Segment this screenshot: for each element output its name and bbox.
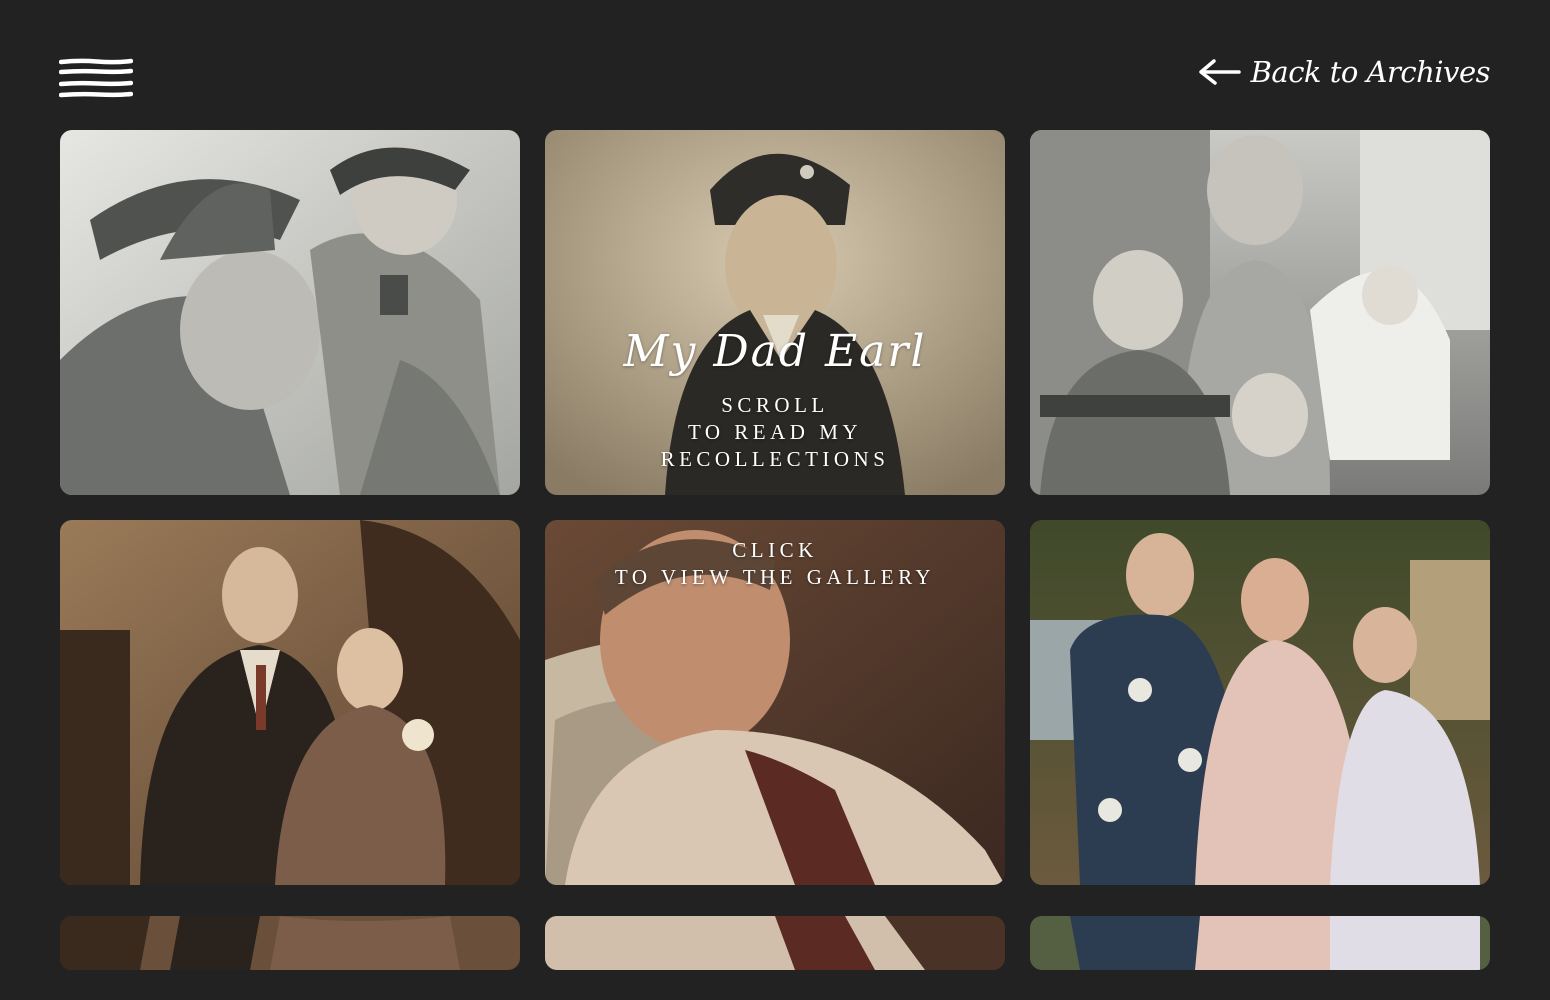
back-link-label: Back to Archives xyxy=(1250,55,1491,89)
photo-tile-partial[interactable] xyxy=(545,916,1005,970)
photo-partial-left xyxy=(60,916,520,970)
scroll-hint-line: TO READ MY xyxy=(687,420,863,444)
gallery-hint-line: CLICK xyxy=(732,538,818,562)
back-to-archives-link[interactable]: Back to Archives xyxy=(1197,52,1491,92)
arrow-left-icon xyxy=(1197,57,1241,87)
photo-partial-middle xyxy=(545,916,1005,970)
scroll-hint: SCROLL TO READ MY RECOLLECTIONS xyxy=(545,392,1005,473)
gallery-hint: CLICK TO VIEW THE GALLERY xyxy=(545,537,1005,591)
photo-tile-hero[interactable]: My Dad Earl SCROLL TO READ MY RECOLLECTI… xyxy=(545,130,1005,495)
photo-tile-partial[interactable] xyxy=(1030,916,1490,970)
photo-father-with-baby xyxy=(60,130,520,495)
photo-tile-partial[interactable] xyxy=(60,916,520,970)
page-title: My Dad Earl xyxy=(623,326,927,377)
scroll-hint-line: SCROLL xyxy=(721,393,829,417)
photo-tile-family-outdoors[interactable] xyxy=(1030,520,1490,885)
photo-partial-right xyxy=(1030,916,1490,970)
menu-button[interactable] xyxy=(59,58,133,100)
photo-tile-gallery[interactable]: CLICK TO VIEW THE GALLERY xyxy=(545,520,1005,885)
photo-tile-father-with-baby[interactable] xyxy=(60,130,520,495)
photo-couple-formal xyxy=(60,520,520,885)
scroll-hint-line: RECOLLECTIONS xyxy=(660,447,890,471)
photo-tile-father-with-children[interactable] xyxy=(1030,130,1490,495)
gallery-hint-line: TO VIEW THE GALLERY xyxy=(614,565,936,589)
hamburger-icon xyxy=(59,58,133,100)
photo-father-with-children xyxy=(1030,130,1490,495)
photo-family-outdoors xyxy=(1030,520,1490,885)
photo-tile-couple-formal[interactable] xyxy=(60,520,520,885)
